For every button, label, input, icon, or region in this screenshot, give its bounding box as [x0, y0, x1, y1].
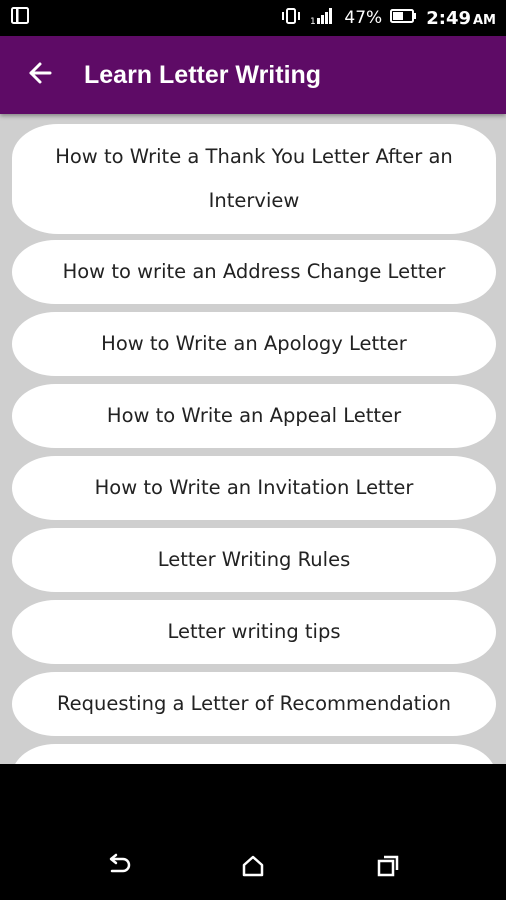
clock-ampm: AM: [473, 12, 496, 28]
list-item-label: How to Write an Invitation Letter: [94, 476, 414, 499]
list-item-label: How to Write a Thank You Letter After an…: [55, 145, 453, 212]
app-bar: Learn Letter Writing: [0, 36, 506, 114]
signal-icon: 1: [310, 6, 336, 31]
list-item[interactable]: Requesting a Letter of Recommendation: [12, 672, 496, 736]
nav-back-button[interactable]: [96, 846, 140, 890]
battery-icon: [390, 8, 418, 29]
list-item[interactable]: How to Write an Invitation Letter: [12, 456, 496, 520]
nav-recents-button[interactable]: [366, 846, 410, 890]
battery-percent: 47%: [344, 8, 383, 28]
list-item-label: How to Write an Apology Letter: [101, 332, 407, 355]
list-item[interactable]: How to write an Address Change Letter: [12, 240, 496, 304]
screenshot-icon: [10, 6, 32, 31]
list-item[interactable]: Letter Writing Rules: [12, 528, 496, 592]
list-item-partial[interactable]: [12, 744, 496, 764]
list-item-label: Letter writing tips: [167, 620, 341, 643]
list-item-label: Letter Writing Rules: [157, 548, 351, 571]
back-icon: [104, 853, 132, 883]
page-title: Learn Letter Writing: [84, 60, 322, 89]
clock: 2:49 AM: [426, 8, 496, 29]
arrow-left-icon: [27, 60, 53, 90]
list-item[interactable]: How to Write an Appeal Letter: [12, 384, 496, 448]
list-item-label: How to write an Address Change Letter: [62, 260, 446, 283]
status-right: 1 47% 2:49 AM: [280, 6, 496, 31]
nav-home-button[interactable]: [231, 846, 275, 890]
vibrate-icon: [280, 6, 302, 31]
list-item[interactable]: How to Write a Thank You Letter After an…: [12, 124, 496, 234]
list-item-label: How to Write an Appeal Letter: [106, 404, 402, 427]
list-item[interactable]: Letter writing tips: [12, 600, 496, 664]
status-bar: 1 47% 2:49 AM: [0, 0, 506, 36]
content-area: How to Write a Thank You Letter After an…: [0, 114, 506, 764]
svg-text:1: 1: [310, 17, 316, 26]
status-left: [10, 6, 32, 31]
back-button[interactable]: [14, 49, 66, 101]
clock-time: 2:49: [426, 7, 471, 29]
recents-icon: [375, 853, 401, 883]
list-item-label: Requesting a Letter of Recommendation: [56, 692, 452, 715]
list-item[interactable]: How to Write an Apology Letter: [12, 312, 496, 376]
home-icon: [240, 853, 266, 883]
